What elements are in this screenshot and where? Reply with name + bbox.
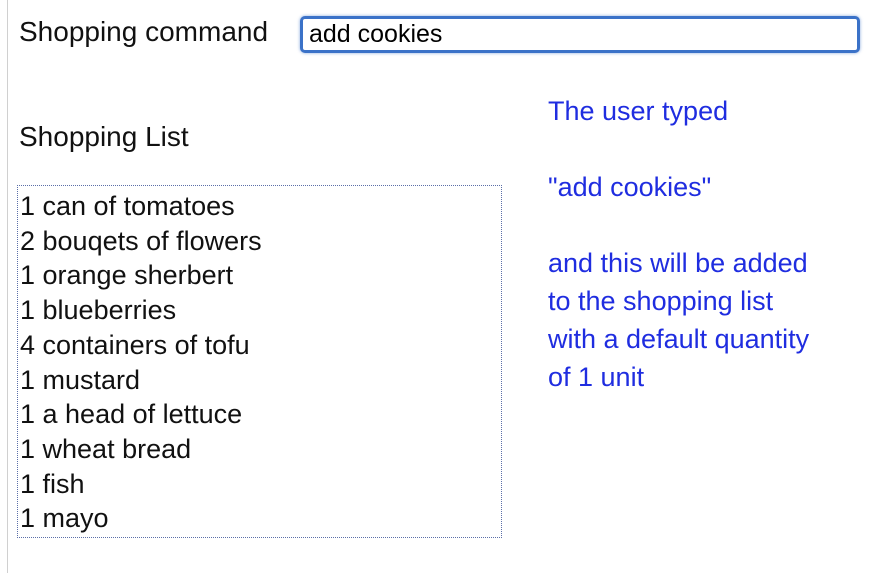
annotation-note: The user typed "add cookies" and this wi… [548,92,868,396]
list-item[interactable]: 1 orange sherbert [20,258,501,293]
shopping-list[interactable]: 1 can of tomatoes 2 bouqets of flowers 1… [17,185,502,538]
annotation-line: with a default quantity [548,324,810,354]
annotation-spacer [548,130,868,168]
list-item[interactable]: 1 wheat bread [20,432,501,467]
command-row: Shopping command [19,14,268,50]
list-item[interactable]: 2 bouqets of flowers [20,224,501,259]
list-item[interactable]: 1 mustard [20,363,501,398]
list-item[interactable]: 1 fish [20,467,501,502]
list-item[interactable]: 4 containers of tofu [20,328,501,363]
shopping-command-input[interactable] [300,16,860,53]
list-item[interactable]: 1 a head of lettuce [20,397,501,432]
list-item[interactable]: 1 blueberries [20,293,501,328]
shopping-list-heading: Shopping List [19,121,189,152]
annotation-line: to the shopping list [548,286,774,316]
shopping-command-label: Shopping command [19,16,269,47]
annotation-line: and this will be added [548,248,808,278]
annotation-spacer [548,206,868,244]
annotation-line: of 1 unit [548,362,645,392]
list-item[interactable]: 1 can of tomatoes [20,189,501,224]
annotation-line: "add cookies" [548,172,712,202]
list-item[interactable]: 1 mayo [20,501,501,536]
annotation-line: The user typed [548,96,729,126]
